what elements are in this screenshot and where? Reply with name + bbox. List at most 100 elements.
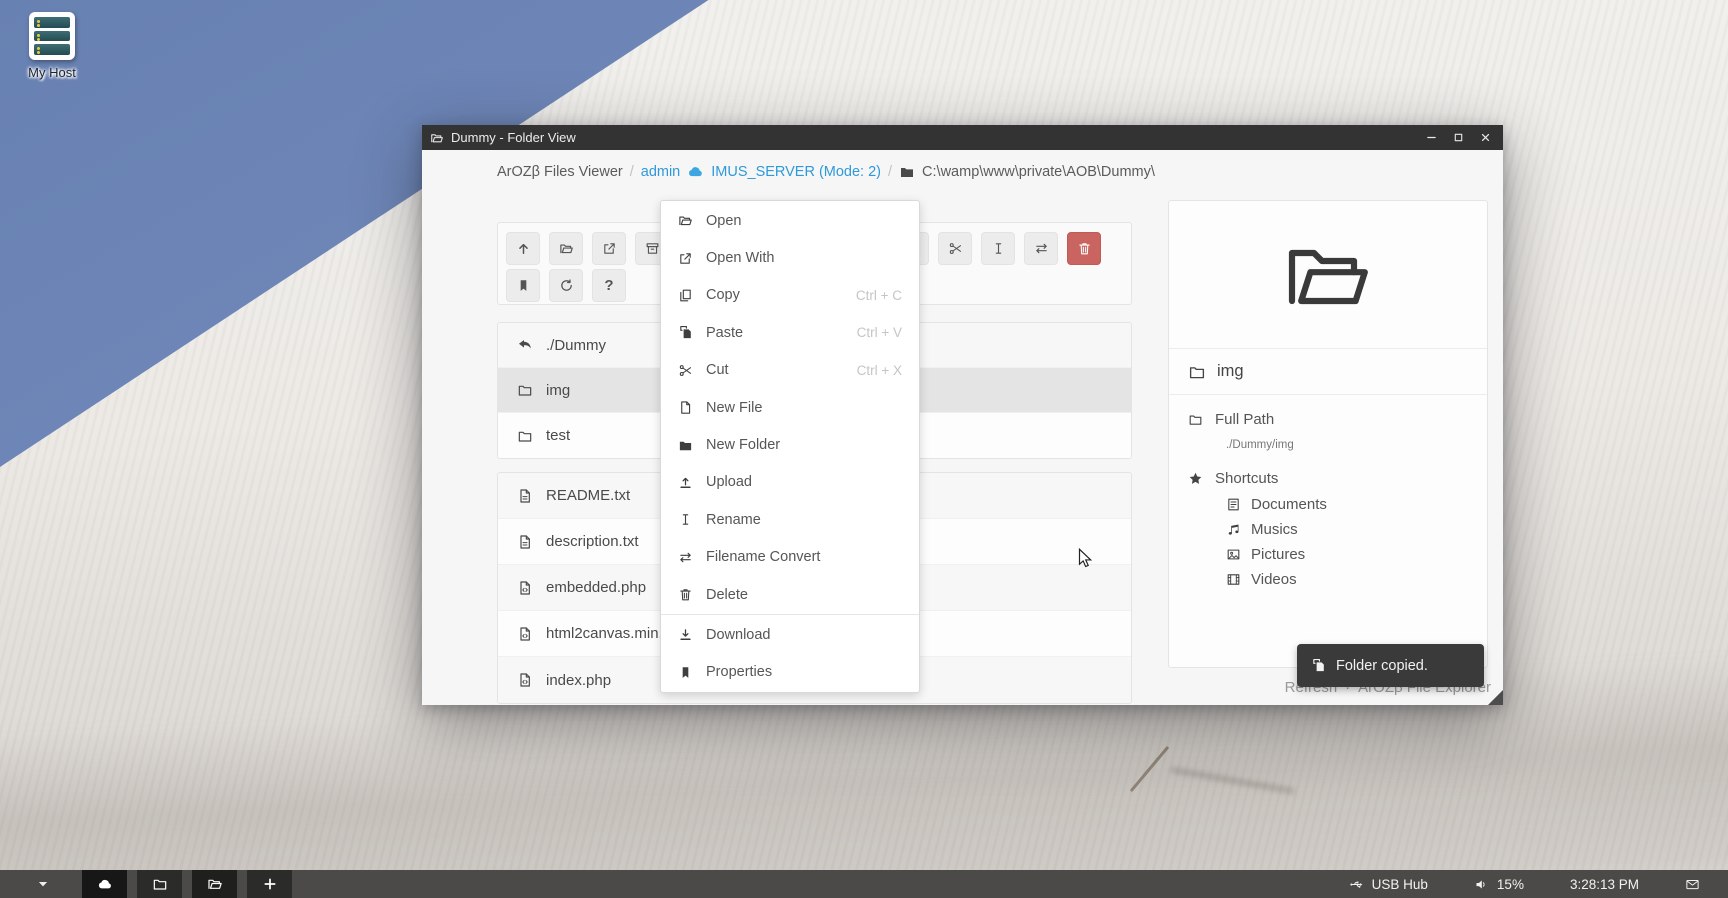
- cloud-icon: [97, 876, 113, 892]
- folder-open-icon: [207, 876, 223, 892]
- menu-divider: [661, 614, 919, 615]
- desktop-icon-my-host[interactable]: My Host: [14, 12, 90, 80]
- open-with-button[interactable]: [592, 232, 626, 265]
- document-lines-icon: [1226, 497, 1241, 512]
- archive-icon: [645, 241, 660, 256]
- volume-level: 15%: [1497, 877, 1524, 892]
- menu-item-open-with[interactable]: Open With: [661, 239, 919, 276]
- scissors-icon: [678, 363, 693, 378]
- ibeam-icon: [991, 241, 1006, 256]
- breadcrumb-server-link[interactable]: IMUS_SERVER (Mode: 2): [711, 164, 881, 180]
- paste-icon: [1311, 658, 1326, 673]
- star-icon: [1188, 471, 1203, 486]
- arrow-up-icon: [516, 241, 531, 256]
- mail-icon[interactable]: [1685, 877, 1700, 892]
- menu-item-upload[interactable]: Upload: [661, 464, 919, 501]
- toast-message: Folder copied.: [1336, 658, 1428, 674]
- maximize-icon: [1453, 132, 1464, 143]
- file-icon: [678, 400, 693, 415]
- refresh-button[interactable]: [549, 269, 583, 302]
- scissors-icon: [948, 241, 963, 256]
- usb-icon: [1349, 877, 1364, 892]
- menu-item-cut[interactable]: Cut Ctrl + X: [661, 352, 919, 389]
- menu-item-download[interactable]: Download: [661, 616, 919, 653]
- file-text-icon: [517, 534, 533, 550]
- resize-handle[interactable]: [1488, 690, 1503, 705]
- shortcut-videos[interactable]: Videos: [1226, 571, 1468, 588]
- file-code-icon: [517, 580, 533, 596]
- picture-icon: [1226, 547, 1241, 562]
- refresh-icon: [559, 278, 574, 293]
- taskbar-item-new[interactable]: [247, 870, 292, 898]
- clock[interactable]: 3:28:13 PM: [1570, 877, 1639, 892]
- file-text-icon: [517, 488, 533, 504]
- server-icon: [29, 12, 75, 60]
- folder-filled-icon: [678, 438, 693, 453]
- close-button[interactable]: [1475, 129, 1495, 147]
- minimize-button[interactable]: [1421, 129, 1441, 147]
- cloud-icon: [687, 163, 704, 180]
- details-panel: img Full Path ./Dummy/img Shortcuts: [1168, 200, 1488, 668]
- taskbar-item-folder[interactable]: [137, 870, 182, 898]
- bookmark-icon: [516, 278, 531, 293]
- folder-open-icon: [430, 131, 444, 145]
- film-icon: [1226, 572, 1241, 587]
- volume-tray-item[interactable]: 15%: [1474, 877, 1524, 892]
- properties-button[interactable]: [506, 269, 540, 302]
- file-code-icon: [517, 626, 533, 642]
- delete-button[interactable]: [1067, 232, 1101, 265]
- taskbar: USB Hub 15% 3:28:13 PM: [0, 870, 1728, 898]
- taskbar-item-folder-open[interactable]: [192, 870, 237, 898]
- details-name: img: [1217, 362, 1244, 381]
- taskbar-item-cloud[interactable]: [82, 870, 127, 898]
- menu-item-paste[interactable]: Paste Ctrl + V: [661, 314, 919, 351]
- menu-item-rename[interactable]: Rename: [661, 501, 919, 538]
- filename-convert-button[interactable]: [1024, 232, 1058, 265]
- shortcut-musics[interactable]: Musics: [1226, 521, 1468, 538]
- details-preview: [1169, 201, 1487, 349]
- upload-icon: [678, 475, 693, 490]
- folder-icon: [899, 164, 915, 180]
- maximize-button[interactable]: [1448, 129, 1468, 147]
- mouse-cursor: [1074, 546, 1096, 570]
- folder-open-icon: [1280, 227, 1376, 323]
- usb-tray-item[interactable]: USB Hub: [1349, 877, 1428, 892]
- menu-item-filename-convert[interactable]: Filename Convert: [661, 539, 919, 576]
- cut-button[interactable]: [938, 232, 972, 265]
- desktop: My Host Dummy - Folder View ArOZβ Files …: [0, 0, 1728, 898]
- folder-icon: [1188, 363, 1206, 381]
- folder-icon: [152, 876, 168, 892]
- up-directory-button[interactable]: [506, 232, 540, 265]
- breadcrumb-path: C:\wamp\www\private\AOB\Dummy\: [922, 164, 1155, 180]
- shortcuts-row: Shortcuts: [1188, 470, 1468, 487]
- window-title: Dummy - Folder View: [451, 130, 1414, 145]
- ibeam-icon: [678, 512, 693, 527]
- folder-icon: [517, 382, 533, 398]
- menu-item-open[interactable]: Open: [661, 202, 919, 239]
- menu-item-delete[interactable]: Delete: [661, 576, 919, 613]
- trash-icon: [678, 587, 693, 602]
- exchange-icon: [1034, 241, 1049, 256]
- close-icon: [1480, 132, 1491, 143]
- breadcrumb-app: ArOZβ Files Viewer: [497, 164, 623, 180]
- taskbar-dock: [82, 870, 292, 898]
- external-link-icon: [602, 241, 617, 256]
- trash-icon: [1077, 241, 1092, 256]
- rename-button[interactable]: [981, 232, 1015, 265]
- download-icon: [678, 627, 693, 642]
- menu-item-new-folder[interactable]: New Folder: [661, 426, 919, 463]
- chevron-down-icon[interactable]: [36, 877, 50, 891]
- menu-item-copy[interactable]: Copy Ctrl + C: [661, 277, 919, 314]
- breadcrumb-user-link[interactable]: admin: [641, 164, 681, 180]
- copy-icon: [678, 288, 693, 303]
- menu-item-new-file[interactable]: New File: [661, 389, 919, 426]
- shortcut-documents[interactable]: Documents: [1226, 496, 1468, 513]
- menu-item-properties[interactable]: Properties: [661, 654, 919, 691]
- help-icon: ?: [604, 277, 613, 294]
- open-button[interactable]: [549, 232, 583, 265]
- full-path-value: ./Dummy/img: [1226, 439, 1468, 451]
- window-titlebar[interactable]: Dummy - Folder View: [422, 125, 1503, 150]
- exchange-icon: [678, 550, 693, 565]
- shortcut-pictures[interactable]: Pictures: [1226, 546, 1468, 563]
- help-button[interactable]: ?: [592, 269, 626, 302]
